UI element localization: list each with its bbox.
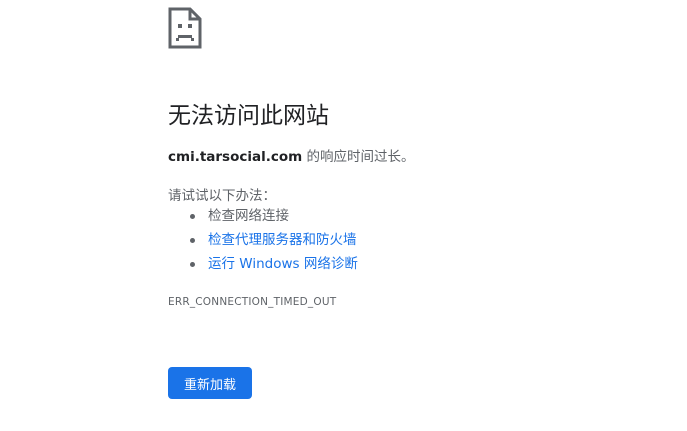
page-title: 无法访问此网站 <box>168 103 329 129</box>
error-page: 无法访问此网站 cmi.tarsocial.com 的响应时间过长。 请试试以下… <box>0 0 687 431</box>
run-network-diagnostics-link[interactable]: 运行 Windows 网络诊断 <box>208 256 358 272</box>
error-message: cmi.tarsocial.com 的响应时间过长。 <box>168 145 415 165</box>
error-message-text: 的响应时间过长。 <box>302 149 415 165</box>
host-name: cmi.tarsocial.com <box>168 149 303 165</box>
suggestion-label: 检查网络连接 <box>208 208 289 224</box>
suggestion-run-network-diagnostics[interactable]: 运行 Windows 网络诊断 <box>168 253 358 277</box>
error-code: ERR_CONNECTION_TIMED_OUT <box>168 296 337 308</box>
suggestion-check-proxy-firewall[interactable]: 检查代理服务器和防火墙 <box>168 229 358 253</box>
suggestions-heading: 请试试以下办法： <box>168 188 276 204</box>
sad-page-icon <box>168 7 202 49</box>
reload-button[interactable]: 重新加载 <box>168 367 252 399</box>
check-proxy-firewall-link[interactable]: 检查代理服务器和防火墙 <box>208 232 357 248</box>
suggestion-check-network: 检查网络连接 <box>168 205 358 229</box>
suggestions-list: 检查网络连接 检查代理服务器和防火墙 运行 Windows 网络诊断 <box>168 205 358 277</box>
